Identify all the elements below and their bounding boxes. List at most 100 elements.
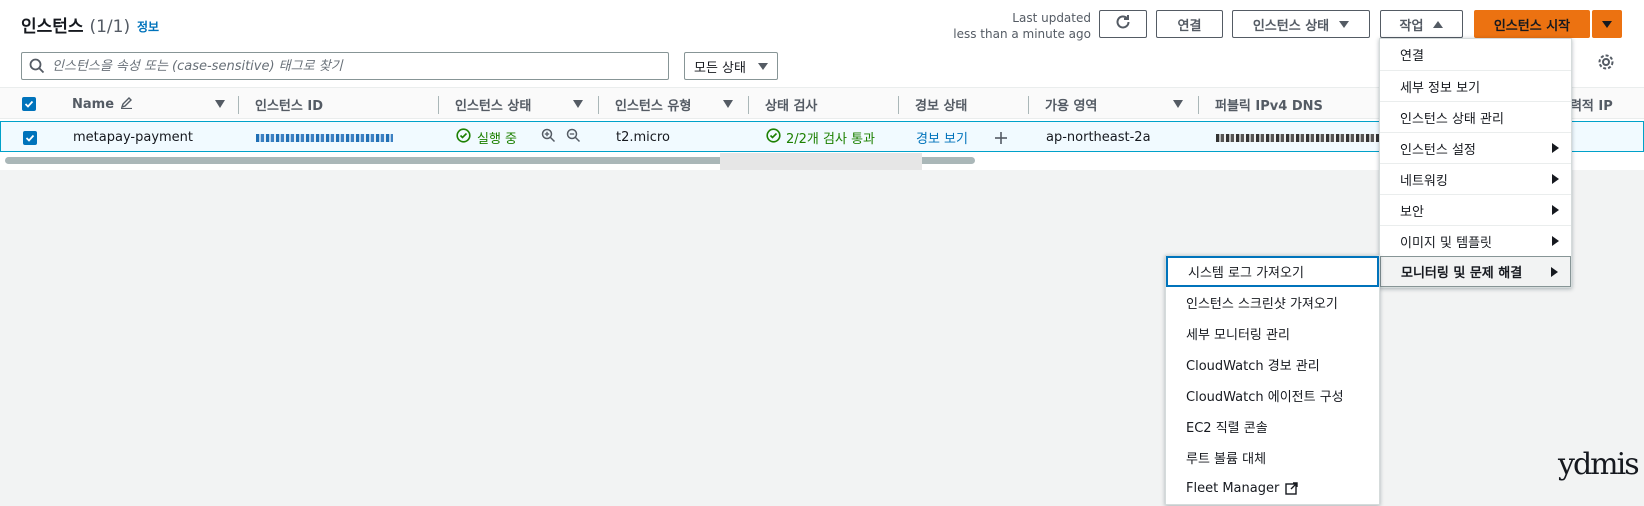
submenu-item-replace-root-volume[interactable]: 루트 볼륨 대체	[1166, 442, 1379, 473]
menu-item-label: 네트워킹	[1400, 173, 1448, 189]
checkbox-checked-icon	[22, 97, 36, 111]
cell-instance-state: 실행 중	[456, 122, 581, 153]
submenu-item-get-system-log[interactable]: 시스템 로그 가져오기	[1166, 256, 1379, 287]
instance-count: (1/1)	[89, 17, 131, 37]
column-header-public-dns[interactable]: 퍼블릭 IPv4 DNS	[1215, 88, 1323, 120]
menu-item-label: 인스턴스 스크린샷 가져오기	[1186, 297, 1338, 312]
caret-down-icon	[1602, 20, 1612, 28]
menu-item-label: CloudWatch 경보 관리	[1186, 359, 1320, 374]
column-resizer[interactable]	[748, 96, 749, 114]
search-icon	[22, 58, 52, 74]
last-updated-value: less than a minute ago	[953, 27, 1091, 41]
connect-button[interactable]: 연결	[1156, 10, 1223, 38]
column-resizer[interactable]	[598, 96, 599, 114]
status-check-text: 2/2개 검사 통과	[786, 132, 875, 147]
column-header-instance-type[interactable]: 인스턴스 유형	[615, 88, 733, 120]
watermark-logo: ydmis	[1558, 447, 1640, 482]
menu-item-label: 인스턴스 상태 관리	[1400, 111, 1504, 127]
monitoring-submenu: 시스템 로그 가져오기 인스턴스 스크린샷 가져오기 세부 모니터링 관리 Cl…	[1165, 255, 1380, 505]
column-resizer[interactable]	[238, 96, 239, 114]
caret-right-icon	[1551, 266, 1558, 277]
view-alarms-link[interactable]: 경보 보기	[916, 122, 968, 153]
sort-icon[interactable]	[573, 100, 583, 108]
cell-name: metapay-payment	[73, 130, 194, 145]
column-resizer[interactable]	[898, 96, 899, 114]
menu-item-networking[interactable]: 네트워킹	[1380, 163, 1571, 194]
column-header-label: 인스턴스 상태	[455, 98, 532, 114]
menu-item-label: 세부 정보 보기	[1400, 80, 1481, 96]
menu-item-view-details[interactable]: 세부 정보 보기	[1380, 70, 1571, 101]
last-updated: Last updated less than a minute ago	[953, 10, 1091, 42]
launch-instance-dropdown[interactable]	[1592, 10, 1622, 38]
launch-instance-label: 인스턴스 시작	[1493, 18, 1571, 34]
column-resizer[interactable]	[1028, 96, 1029, 114]
caret-right-icon	[1552, 205, 1559, 215]
redacted-public-dns	[1216, 133, 1381, 142]
menu-item-label: Fleet Manager	[1186, 481, 1280, 496]
column-header-label: Name	[72, 96, 115, 112]
cell-instance-id[interactable]	[256, 122, 393, 153]
column-header-instance-state[interactable]: 인스턴스 상태	[455, 88, 583, 120]
menu-item-security[interactable]: 보안	[1380, 194, 1571, 225]
plus-icon[interactable]	[994, 122, 1008, 153]
sort-icon[interactable]	[215, 100, 225, 108]
scrollbar-thumb[interactable]	[720, 153, 922, 170]
menu-item-connect[interactable]: 연결	[1380, 39, 1571, 70]
menu-item-images-templates[interactable]: 이미지 및 템플릿	[1380, 225, 1571, 256]
zoom-in-icon[interactable]	[541, 128, 556, 147]
caret-down-icon	[1339, 20, 1350, 28]
zoom-out-icon[interactable]	[566, 128, 581, 147]
column-header-instance-id[interactable]: 인스턴스 ID	[255, 88, 323, 120]
cell-instance-type: t2.micro	[616, 130, 670, 145]
refresh-button[interactable]	[1099, 10, 1147, 38]
column-header-label: 인스턴스 ID	[255, 98, 323, 114]
submenu-item-detailed-monitoring[interactable]: 세부 모니터링 관리	[1166, 318, 1379, 349]
last-updated-label: Last updated	[1012, 11, 1091, 25]
column-header-label: 경보 상태	[915, 98, 968, 114]
check-circle-icon	[456, 128, 471, 147]
menu-item-manage-state[interactable]: 인스턴스 상태 관리	[1380, 101, 1571, 132]
menu-item-label: 루트 볼륨 대체	[1186, 452, 1267, 467]
page-title: 인스턴스 (1/1)	[21, 12, 130, 37]
submenu-item-cloudwatch-alarms[interactable]: CloudWatch 경보 관리	[1166, 349, 1379, 380]
search-input[interactable]	[52, 58, 668, 74]
external-link-icon	[1285, 482, 1299, 495]
column-header-label: 가용 영역	[1045, 98, 1098, 114]
search-field[interactable]	[21, 52, 669, 80]
column-header-availability-zone[interactable]: 가용 영역	[1045, 88, 1183, 120]
state-filter-select[interactable]: 모든 상태	[684, 52, 778, 80]
redacted-instance-id	[256, 133, 393, 142]
pencil-icon	[120, 96, 133, 113]
column-resizer[interactable]	[438, 96, 439, 114]
menu-item-instance-settings[interactable]: 인스턴스 설정	[1380, 132, 1571, 163]
caret-down-icon	[758, 62, 768, 70]
column-header-label: 퍼블릭 IPv4 DNS	[1215, 98, 1323, 114]
column-header-status-check[interactable]: 상태 검사	[765, 88, 817, 120]
column-resizer[interactable]	[1198, 96, 1199, 114]
row-checkbox[interactable]	[23, 122, 37, 153]
menu-item-label: 인스턴스 설정	[1400, 142, 1476, 158]
cell-public-dns	[1216, 122, 1381, 153]
info-link[interactable]: 정보	[137, 18, 159, 35]
select-all-checkbox[interactable]	[22, 88, 36, 120]
actions-button[interactable]: 작업	[1380, 10, 1463, 38]
submenu-item-cloudwatch-agent[interactable]: CloudWatch 에이전트 구성	[1166, 380, 1379, 411]
instance-state-button-label: 인스턴스 상태	[1252, 18, 1330, 34]
column-header-alarm-status[interactable]: 경보 상태	[915, 88, 967, 120]
submenu-item-fleet-manager[interactable]: Fleet Manager	[1166, 473, 1379, 504]
menu-item-label: CloudWatch 에이전트 구성	[1186, 390, 1344, 405]
cell-availability-zone: ap-northeast-2a	[1046, 130, 1151, 145]
menu-item-monitoring[interactable]: 모니터링 및 문제 해결	[1380, 256, 1571, 287]
actions-menu: 연결 세부 정보 보기 인스턴스 상태 관리 인스턴스 설정 네트워킹 보안 이…	[1379, 38, 1572, 288]
sort-icon[interactable]	[1173, 100, 1183, 108]
instance-state-button[interactable]: 인스턴스 상태	[1232, 10, 1370, 38]
column-header-name[interactable]: Name	[72, 88, 225, 120]
menu-item-label: 보안	[1400, 204, 1424, 220]
gear-icon[interactable]	[1597, 53, 1615, 75]
cell-status-check: 2/2개 검사 통과	[766, 122, 875, 153]
submenu-item-serial-console[interactable]: EC2 직렬 콘솔	[1166, 411, 1379, 442]
launch-instance-button[interactable]: 인스턴스 시작	[1474, 10, 1590, 38]
submenu-item-get-screenshot[interactable]: 인스턴스 스크린샷 가져오기	[1166, 287, 1379, 318]
actions-button-label: 작업	[1399, 18, 1424, 34]
sort-icon[interactable]	[723, 100, 733, 108]
